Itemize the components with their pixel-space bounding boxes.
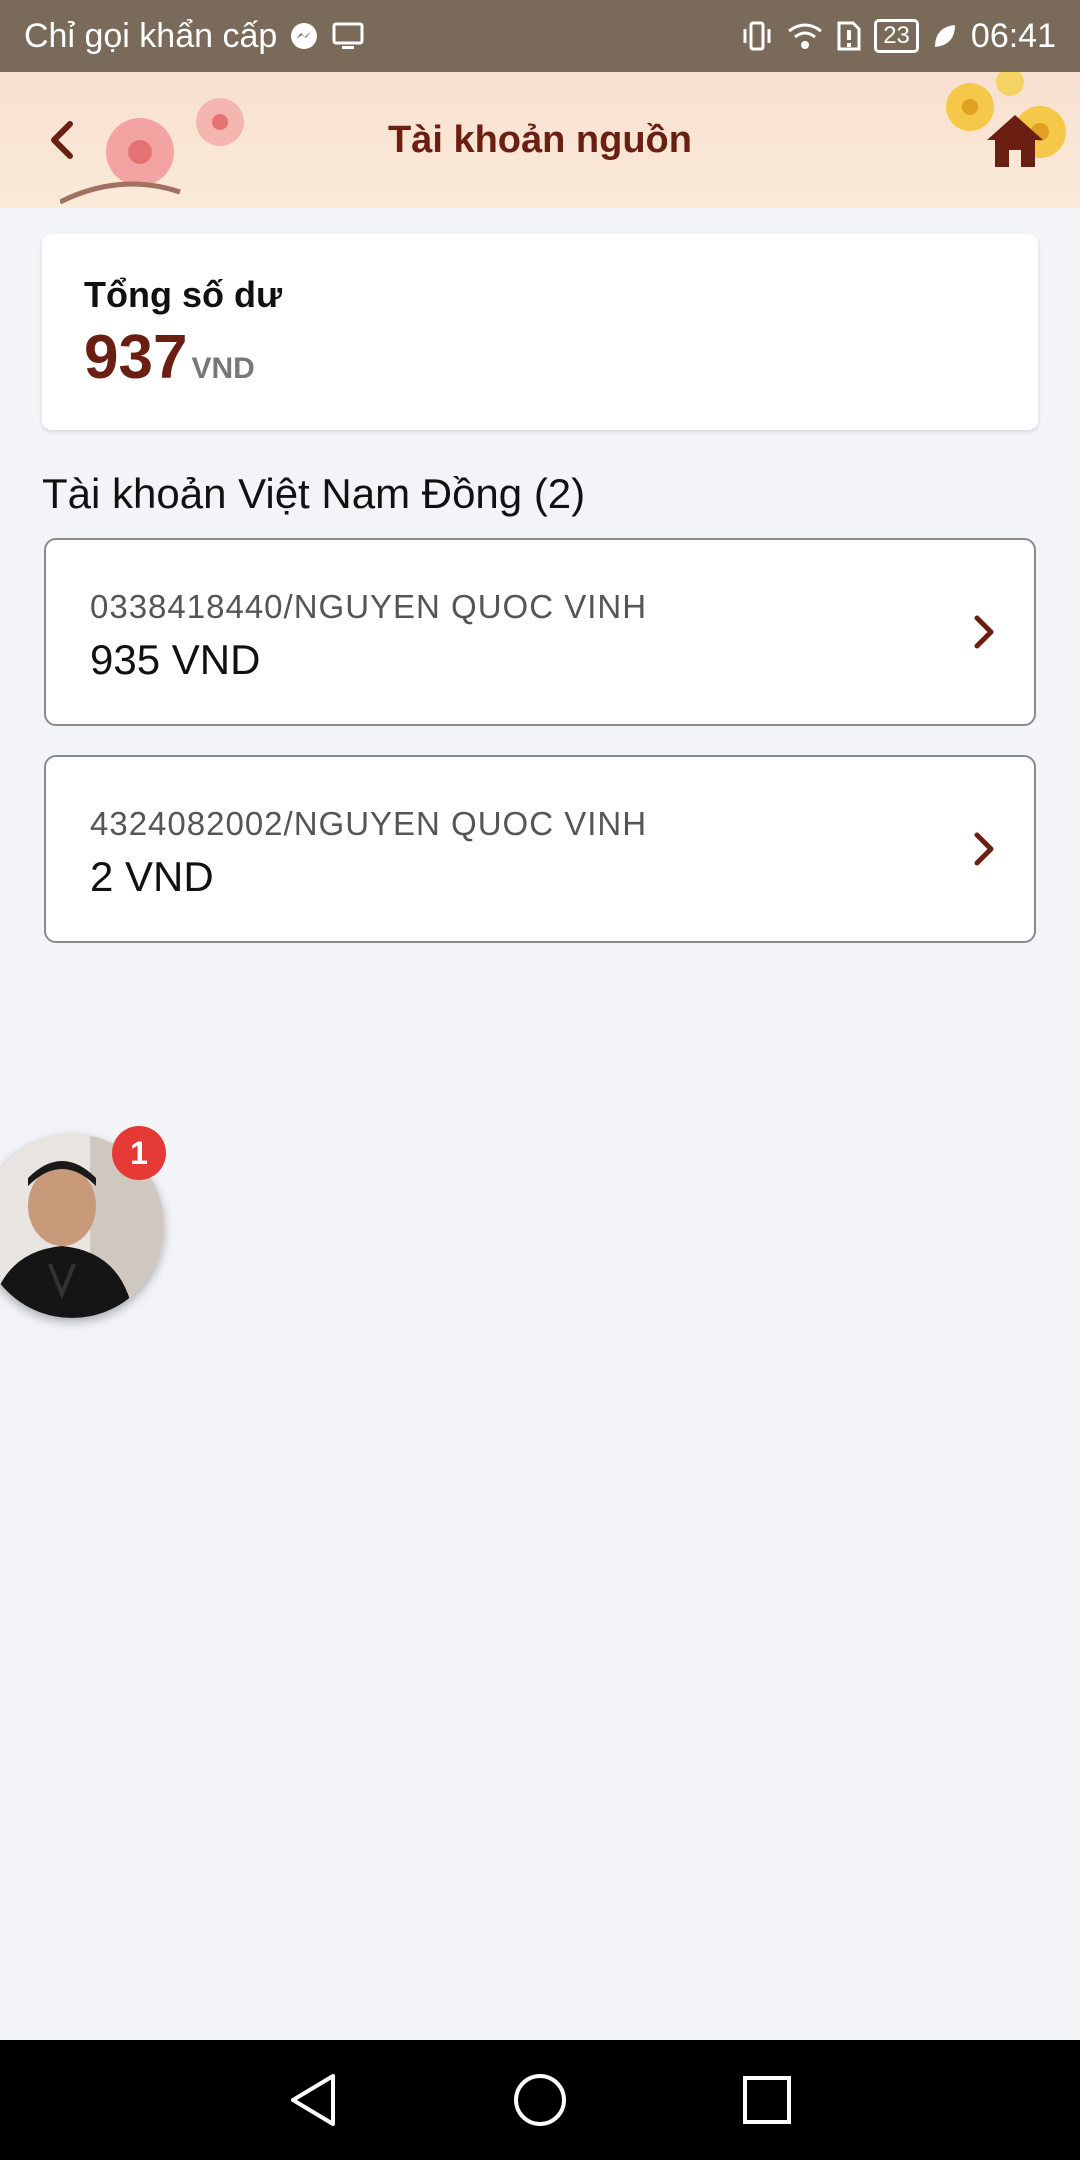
- back-button[interactable]: [30, 108, 94, 172]
- vibrate-icon: [740, 19, 774, 53]
- account-balance: 2 VND: [90, 853, 214, 900]
- status-right: 23 06:41: [740, 17, 1056, 56]
- screen-cast-icon: [331, 21, 365, 51]
- system-nav-bar: [0, 2040, 1080, 2160]
- messenger-icon: [289, 21, 319, 51]
- total-balance-label: Tổng số dư: [84, 274, 283, 315]
- clock: 06:41: [970, 16, 1056, 55]
- square-recents-icon: [742, 2076, 791, 2124]
- app-header: Tài khoản nguồn: [0, 72, 1080, 208]
- nav-recents-button[interactable]: [727, 2060, 807, 2140]
- total-balance-currency: VND: [191, 352, 255, 385]
- chevron-right-icon: [964, 819, 1004, 879]
- account-number: 4324082002/NGUYEN QUOC VINH: [90, 805, 648, 842]
- home-button[interactable]: [980, 106, 1050, 176]
- nav-back-button[interactable]: [273, 2060, 353, 2140]
- carrier-text: Chỉ gọi khẩn cấp: [24, 16, 278, 55]
- notification-badge: 1: [112, 1126, 166, 1180]
- chevron-right-icon: [964, 602, 1004, 662]
- circle-home-icon: [513, 2074, 566, 2126]
- total-balance-amount: 937: [84, 323, 188, 392]
- home-icon: [987, 115, 1043, 167]
- battery-level: 23: [874, 19, 919, 53]
- triangle-back-icon: [291, 2074, 336, 2126]
- account-card[interactable]: 0338418440/NGUYEN QUOC VINH 935 VND: [44, 538, 1036, 726]
- leaf-icon: [931, 21, 959, 51]
- sim-alert-icon: [836, 20, 862, 52]
- total-balance-row: 937 VND: [84, 322, 996, 393]
- nav-home-button[interactable]: [500, 2060, 580, 2140]
- wifi-icon: [786, 21, 824, 51]
- page-title: Tài khoản nguồn: [388, 118, 692, 161]
- status-left: Chỉ gọi khẩn cấp: [24, 17, 365, 56]
- status-bar: Chỉ gọi khẩn cấp 23 06:41: [0, 0, 1080, 72]
- account-number: 0338418440/NGUYEN QUOC VINH: [90, 588, 648, 625]
- total-balance-card: Tổng số dư 937 VND: [42, 234, 1038, 430]
- chevron-left-icon: [51, 121, 73, 159]
- account-card[interactable]: 4324082002/NGUYEN QUOC VINH 2 VND: [44, 755, 1036, 943]
- account-balance: 935 VND: [90, 636, 261, 683]
- section-title: Tài khoản Việt Nam Đồng (2): [42, 470, 586, 517]
